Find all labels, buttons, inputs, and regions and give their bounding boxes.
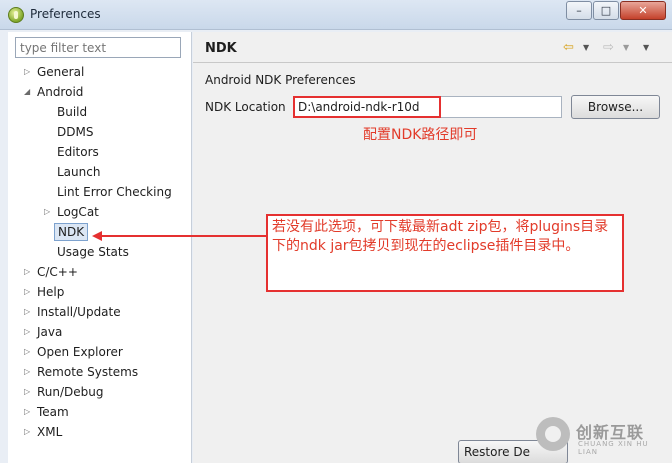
header-divider: [193, 62, 672, 63]
title-bar: Preferences – □ ✕: [0, 0, 672, 30]
ndk-path-highlight: [293, 96, 441, 118]
close-button[interactable]: ✕: [620, 1, 666, 20]
tree-item-label: Usage Stats: [57, 245, 129, 259]
tree-item-label: Launch: [57, 165, 101, 179]
tree-item-label: Build: [57, 105, 88, 119]
watermark-subtext: CHUANG XIN HU LIAN: [578, 440, 649, 456]
tree-item-label: Open Explorer: [37, 345, 123, 359]
forward-arrow-icon[interactable]: ⇨: [603, 39, 614, 57]
tree-item-label: LogCat: [57, 205, 99, 219]
tree-item-label: Help: [37, 285, 65, 299]
expand-arrow-icon[interactable]: ▷: [24, 283, 34, 301]
dropdown-icon[interactable]: ▼: [623, 39, 629, 57]
eclipse-icon: [8, 7, 24, 23]
tree-item-label: Remote Systems: [37, 365, 139, 379]
tree-item-label: DDMS: [57, 125, 94, 139]
tree-item-label: NDK: [54, 223, 89, 241]
back-arrow-icon[interactable]: ⇦: [563, 39, 574, 57]
preference-tree-pane: ▷General◢AndroidBuildDDMSEditorsLaunchLi…: [8, 32, 192, 463]
path-annotation: 配置NDK路径即可: [363, 127, 478, 143]
tree-item-label: Android: [37, 85, 84, 99]
expand-arrow-icon[interactable]: ▷: [44, 203, 54, 221]
tree-item-label: Team: [37, 405, 69, 419]
ndk-location-label: NDK Location: [205, 100, 286, 114]
window-title: Preferences: [30, 7, 101, 21]
preference-page: NDK ⇦ ▼ ⇨ ▼ ▼ Android NDK Preferences ND…: [193, 32, 672, 463]
page-nav-toolbar: ⇦ ▼ ⇨ ▼ ▼: [563, 39, 663, 57]
expand-arrow-icon[interactable]: ▷: [24, 343, 34, 361]
tree-item-label: Install/Update: [37, 305, 121, 319]
callout-note: 若没有此选项，可下载最新adt zip包，将plugins目录下的ndk jar…: [266, 214, 624, 292]
section-label: Android NDK Preferences: [205, 73, 356, 87]
browse-button[interactable]: Browse...: [571, 95, 660, 119]
expand-arrow-icon[interactable]: ▷: [24, 423, 34, 441]
maximize-button[interactable]: □: [593, 1, 619, 20]
collapse-arrow-icon[interactable]: ◢: [24, 83, 34, 101]
tree-item-label: C/C++: [37, 265, 78, 279]
expand-arrow-icon[interactable]: ▷: [24, 323, 34, 341]
filter-input[interactable]: [15, 37, 181, 58]
tree-item-label: Editors: [57, 145, 99, 159]
tree-item-label: Java: [37, 325, 63, 339]
expand-arrow-icon[interactable]: ▷: [24, 263, 34, 281]
minimize-button[interactable]: –: [566, 1, 592, 20]
expand-arrow-icon[interactable]: ▷: [24, 383, 34, 401]
page-title: NDK: [205, 41, 237, 56]
expand-arrow-icon[interactable]: ▷: [24, 63, 34, 81]
expand-arrow-icon[interactable]: ▷: [24, 303, 34, 321]
view-menu-icon[interactable]: ▼: [643, 39, 649, 57]
watermark: 创新互联 CHUANG XIN HU LIAN: [536, 413, 668, 457]
watermark-logo-icon: [536, 417, 570, 451]
tree-item-label: General: [37, 65, 85, 79]
tree-item-label: XML: [37, 425, 63, 439]
tree-item-label: Run/Debug: [37, 385, 104, 399]
tree-item-label: Lint Error Checking: [57, 185, 172, 199]
expand-arrow-icon[interactable]: ▷: [24, 403, 34, 421]
dropdown-icon[interactable]: ▼: [583, 39, 589, 57]
expand-arrow-icon[interactable]: ▷: [24, 363, 34, 381]
